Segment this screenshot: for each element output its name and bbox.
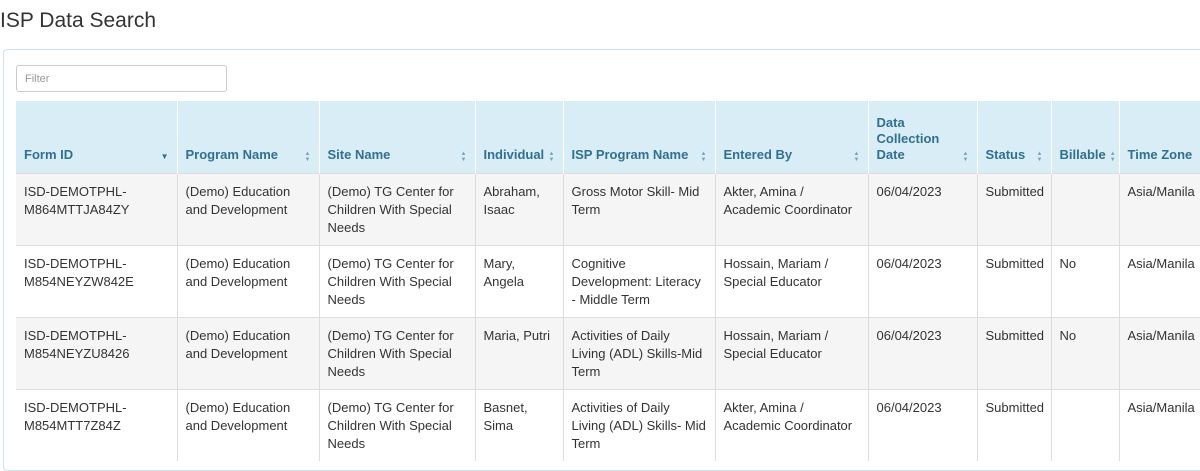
cell-program-name: (Demo) Education and Development (177, 388, 320, 461)
column-header-label: Time Zone (1127, 146, 1193, 162)
column-header-label: Entered By (723, 146, 793, 162)
column-header-time-zone[interactable]: Time Zone (1119, 101, 1200, 173)
cell-site-name: (Demo) TG Center for Children With Speci… (319, 172, 476, 245)
column-header-site-name[interactable]: Site Name ▲ ▼ (319, 101, 476, 173)
sort-both-icon[interactable]: ▲ ▼ (701, 151, 707, 163)
table-row[interactable]: ISD-DEMOTPHL-M854NEYZW842E (Demo) Educati… (16, 244, 1200, 317)
cell-time-zone: Asia/Manila (1119, 388, 1200, 461)
isp-data-table: Form ID ▼ Program Name ▲ ▼ Site Name ▲ ▼ Individ… (16, 101, 1200, 461)
cell-program-name: (Demo) Education and Development (177, 316, 320, 389)
cell-data-collection-date: 06/04/2023 (868, 388, 978, 461)
table-row[interactable]: ISD-DEMOTPHL-M854MTT7Z84Z (Demo) Educatio… (16, 388, 1200, 461)
cell-individual: Abraham, Isaac (475, 172, 564, 245)
cell-individual: Basnet, Sima (475, 388, 564, 461)
cell-program-name: (Demo) Education and Development (177, 244, 320, 317)
cell-isp-program-name: Activities of Daily Living (ADL) Skills-… (563, 316, 716, 389)
cell-status: Submitted (977, 244, 1052, 317)
cell-time-zone: Asia/Manila (1119, 316, 1200, 389)
cell-data-collection-date: 06/04/2023 (868, 172, 978, 245)
sort-both-icon[interactable]: ▲ ▼ (1110, 151, 1116, 163)
cell-status: Submitted (977, 388, 1052, 461)
cell-program-name: (Demo) Education and Development (177, 172, 320, 245)
column-header-isp-program-name[interactable]: ISP Program Name ▲ ▼ (563, 101, 716, 173)
sort-both-icon[interactable]: ▲ ▼ (549, 151, 555, 163)
cell-data-collection-date: 06/04/2023 (868, 316, 978, 389)
cell-entered-by: Hossain, Mariam / Special Educator (715, 244, 869, 317)
cell-site-name: (Demo) TG Center for Children With Speci… (319, 244, 476, 317)
cell-time-zone: Asia/Manila (1119, 172, 1200, 245)
column-header-label: Billable (1059, 146, 1106, 162)
cell-isp-program-name: Gross Motor Skill- Mid Term (563, 172, 716, 245)
sort-desc-icon[interactable]: ▼ (161, 151, 169, 163)
cell-individual: Mary, Angela (475, 244, 564, 317)
table-row[interactable]: ISD-DEMOTPHL-M864MTTJA84ZY (Demo) Educati… (16, 172, 1200, 245)
column-header-entered-by[interactable]: Entered By ▲ ▼ (715, 101, 869, 173)
cell-form-id: ISD-DEMOTPHL-M854NEYZU8426 (16, 316, 178, 389)
column-header-data-collection-date[interactable]: Data Collection Date ▲ ▼ (868, 101, 978, 173)
cell-billable (1051, 388, 1120, 461)
table-body: ISD-DEMOTPHL-M864MTTJA84ZY (Demo) Educati… (16, 172, 1200, 461)
cell-form-id: ISD-DEMOTPHL-M854NEYZW842E (16, 244, 178, 317)
column-header-status[interactable]: Status ▲ ▼ (977, 101, 1052, 173)
cell-isp-program-name: Cognitive Development: Literacy - Middle… (563, 244, 716, 317)
column-header-label: Site Name (327, 146, 391, 162)
cell-data-collection-date: 06/04/2023 (868, 244, 978, 317)
column-header-label: Data Collection Date (876, 114, 940, 162)
cell-individual: Maria, Putri (475, 316, 564, 389)
cell-time-zone: Asia/Manila (1119, 244, 1200, 317)
cell-site-name: (Demo) TG Center for Children With Speci… (319, 388, 476, 461)
cell-entered-by: Akter, Amina / Academic Coordinator (715, 388, 869, 461)
column-header-label: ISP Program Name (571, 146, 689, 162)
sort-both-icon[interactable]: ▲ ▼ (461, 151, 467, 163)
cell-billable: No (1051, 316, 1120, 389)
cell-entered-by: Hossain, Mariam / Special Educator (715, 316, 869, 389)
table-header-row: Form ID ▼ Program Name ▲ ▼ Site Name ▲ ▼ Individ… (16, 101, 1200, 173)
cell-billable: No (1051, 244, 1120, 317)
cell-billable (1051, 172, 1120, 245)
sort-both-icon[interactable]: ▲ ▼ (854, 151, 860, 163)
cell-site-name: (Demo) TG Center for Children With Speci… (319, 316, 476, 389)
column-header-billable[interactable]: Billable ▲ ▼ (1051, 101, 1120, 173)
filter-input[interactable] (16, 65, 227, 92)
column-header-program-name[interactable]: Program Name ▲ ▼ (177, 101, 320, 173)
cell-status: Submitted (977, 316, 1052, 389)
column-header-label: Program Name (185, 146, 278, 162)
column-header-form-id[interactable]: Form ID ▼ (16, 101, 178, 173)
column-header-label: Form ID (24, 146, 74, 162)
cell-entered-by: Akter, Amina / Academic Coordinator (715, 172, 869, 245)
column-header-label: Status (985, 146, 1026, 162)
sort-both-icon[interactable]: ▲ ▼ (963, 151, 969, 163)
sort-both-icon[interactable]: ▲ ▼ (305, 151, 311, 163)
cell-form-id: ISD-DEMOTPHL-M854MTT7Z84Z (16, 388, 178, 461)
table-row[interactable]: ISD-DEMOTPHL-M854NEYZU8426 (Demo) Educati… (16, 316, 1200, 389)
column-header-label: Individual (483, 146, 545, 162)
page-title: ISP Data Search (0, 9, 157, 32)
cell-form-id: ISD-DEMOTPHL-M864MTTJA84ZY (16, 172, 178, 245)
column-header-individual[interactable]: Individual ▲ ▼ (475, 101, 564, 173)
cell-status: Submitted (977, 172, 1052, 245)
cell-isp-program-name: Activities of Daily Living (ADL) Skills-… (563, 388, 716, 461)
sort-both-icon[interactable]: ▲ ▼ (1037, 151, 1043, 163)
